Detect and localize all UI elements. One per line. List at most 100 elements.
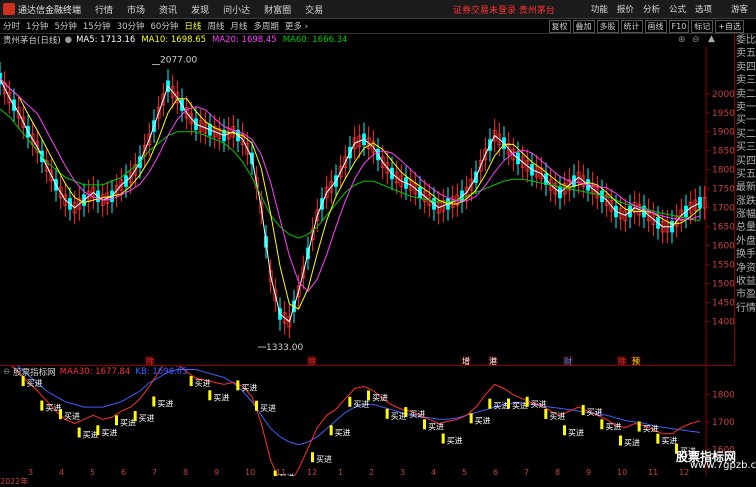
- period-multi[interactable]: 多周期: [250, 20, 282, 32]
- buy-signal-bar: [600, 419, 604, 430]
- menu-item-discover[interactable]: 发现: [191, 3, 209, 16]
- period-30min[interactable]: 30分钟: [114, 20, 148, 32]
- y-tick-label: 1950: [712, 109, 734, 119]
- add-watchlist-button[interactable]: +自选: [715, 19, 744, 33]
- menu-item-market[interactable]: 市场: [127, 3, 145, 16]
- multi-stock-button[interactable]: 多股: [596, 19, 619, 33]
- indicator-name[interactable]: 股票指标网: [13, 366, 56, 378]
- x-tick-label: 3: [28, 468, 33, 476]
- menu-analysis[interactable]: 分析: [643, 3, 660, 15]
- menu-item-news[interactable]: 资讯: [159, 3, 177, 16]
- buy-signal-bar: [525, 396, 529, 407]
- period-weekly[interactable]: 周线: [204, 20, 227, 32]
- mark-button[interactable]: 标记: [691, 19, 714, 33]
- menu-formula[interactable]: 公式: [669, 3, 686, 15]
- menu-quote[interactable]: 报价: [617, 3, 634, 15]
- ma20-value: MA20: 1698.45: [212, 35, 277, 45]
- period-monthly[interactable]: 月线: [227, 20, 250, 32]
- tool-buttons: 复权 叠加 多股 统计 画线 F10 标记 +自选: [547, 19, 744, 33]
- buy-signal-bar: [507, 398, 510, 409]
- menu-bar: 通达信金融终端 行情 市场 资讯 发现 问小达 财富圈 交易 证券交易未登录 贵…: [0, 0, 756, 19]
- buy-signal-bar: [385, 408, 389, 419]
- ma-line-ma20: [0, 78, 701, 292]
- stock-name[interactable]: 贵州茅台(日线): [3, 34, 61, 46]
- buy-signal-label: 买进: [447, 437, 463, 446]
- y-tick-label: 1600: [712, 242, 734, 252]
- buy-signal-label: 买进: [101, 428, 117, 437]
- x-tick-label: 8: [555, 468, 560, 476]
- high-price-label: 2077.00: [160, 56, 197, 66]
- period-1min[interactable]: 1分钟: [23, 20, 51, 32]
- menu-function[interactable]: 功能: [591, 3, 608, 15]
- ma-info-line: 贵州茅台(日线) ● MA5: 1713.16 MA10: 1698.65 MA…: [0, 34, 353, 46]
- side-panel-item: 卖三: [736, 75, 756, 87]
- login-notice[interactable]: 证券交易未登录 贵州茅台: [453, 3, 555, 16]
- x-tick-label: 1: [338, 468, 343, 476]
- side-panel-item: 买五: [736, 168, 756, 180]
- kline-chart[interactable]: 2000 1950 1900 1850 1800 1750 1700 1650 1600 1550…: [0, 46, 734, 366]
- overlay-button[interactable]: 叠加: [572, 19, 595, 33]
- y-tick-label: 1550: [712, 261, 734, 271]
- buy-signal-label: 买进: [372, 393, 388, 402]
- side-panel-item: 外盘: [736, 235, 756, 247]
- y-tick-label: 1900: [712, 128, 734, 138]
- x-tick-label: 4: [431, 468, 436, 476]
- x-tick-label: 5: [90, 468, 95, 476]
- menu-item-trade[interactable]: 交易: [305, 3, 323, 16]
- period-toolbar: 分时 1分钟 5分钟 15分钟 30分钟 60分钟 日线 周线 月线 多周期 更…: [0, 19, 756, 34]
- buy-signal-bar: [544, 408, 548, 419]
- side-panel-item: 买二: [736, 128, 756, 140]
- buy-signal-bar: [96, 425, 100, 436]
- year-label: 2022年: [0, 477, 29, 486]
- menu-item-ask[interactable]: 问小达: [223, 3, 250, 16]
- period-5min[interactable]: 5分钟: [51, 20, 79, 32]
- ma10-value: MA10: 1698.65: [141, 35, 207, 45]
- indicator-chart[interactable]: 180017001600买进买进买进买进 买进买进 买进买进买进买进买进买进买进买进…: [0, 366, 734, 476]
- period-timeshare[interactable]: 分时: [0, 20, 23, 32]
- buy-signal-bar: [208, 390, 212, 401]
- y-tick-label: 2000: [712, 90, 734, 100]
- x-tick-label: 11: [648, 468, 658, 476]
- side-panel-item: 总量: [736, 222, 756, 234]
- indicator-y-tick: 1700: [712, 418, 734, 428]
- expand-icon[interactable]: ⊕: [678, 35, 686, 45]
- buy-signal-bar: [59, 409, 62, 420]
- buy-signal-bar: [469, 413, 473, 424]
- guest-user[interactable]: 游客: [731, 3, 748, 15]
- x-tick-label: 3: [400, 468, 405, 476]
- buy-signal-label: 买进: [260, 404, 276, 413]
- buy-signal-bar: [367, 390, 370, 401]
- collapse-icon[interactable]: ⊖: [692, 35, 700, 45]
- period-15min[interactable]: 15分钟: [80, 20, 114, 32]
- buy-signal-label: 买进: [27, 379, 43, 388]
- y-tick-label: 1650: [712, 223, 734, 233]
- x-tick-label: 7: [152, 468, 157, 476]
- x-tick-label: 7: [524, 468, 529, 476]
- side-panel-item: 涨幅: [736, 209, 756, 221]
- watermark-site: www.7gpzb.com: [690, 460, 756, 471]
- buy-signal-label: 买进: [493, 402, 509, 411]
- period-more[interactable]: 更多 ›: [282, 20, 311, 32]
- buy-signal-bar: [441, 433, 445, 444]
- period-60min[interactable]: 60分钟: [148, 20, 182, 32]
- stats-button[interactable]: 统计: [620, 19, 643, 33]
- f10-button[interactable]: F10: [668, 19, 690, 33]
- buy-signal-label: 买进: [605, 422, 621, 431]
- low-price-label: 1333.00: [266, 343, 303, 353]
- buy-signal-label: 买进: [568, 428, 584, 437]
- adjust-button[interactable]: 复权: [548, 19, 571, 33]
- collapse-circle-icon[interactable]: ⊖: [3, 367, 10, 377]
- buy-signal-label: 买进: [549, 412, 565, 421]
- side-panel-item: 买三: [736, 142, 756, 154]
- y-tick-label: 1450: [712, 299, 734, 309]
- menu-item-quotes[interactable]: 行情: [95, 3, 113, 16]
- buy-signal-label: 买进: [83, 431, 99, 440]
- menu-options[interactable]: 选项: [695, 3, 712, 15]
- draw-button[interactable]: 画线: [644, 19, 667, 33]
- menu-item-wealth[interactable]: 财富圈: [264, 3, 291, 16]
- indicator-header: ⊖ 股票指标网 MAA30: 1677.84 KB: 1698.65: [0, 366, 188, 378]
- buy-signal-bar: [152, 396, 156, 407]
- up-arrow-icon[interactable]: ▲: [708, 34, 715, 44]
- buy-signal-label: 买进: [428, 422, 444, 431]
- period-daily[interactable]: 日线: [181, 20, 204, 32]
